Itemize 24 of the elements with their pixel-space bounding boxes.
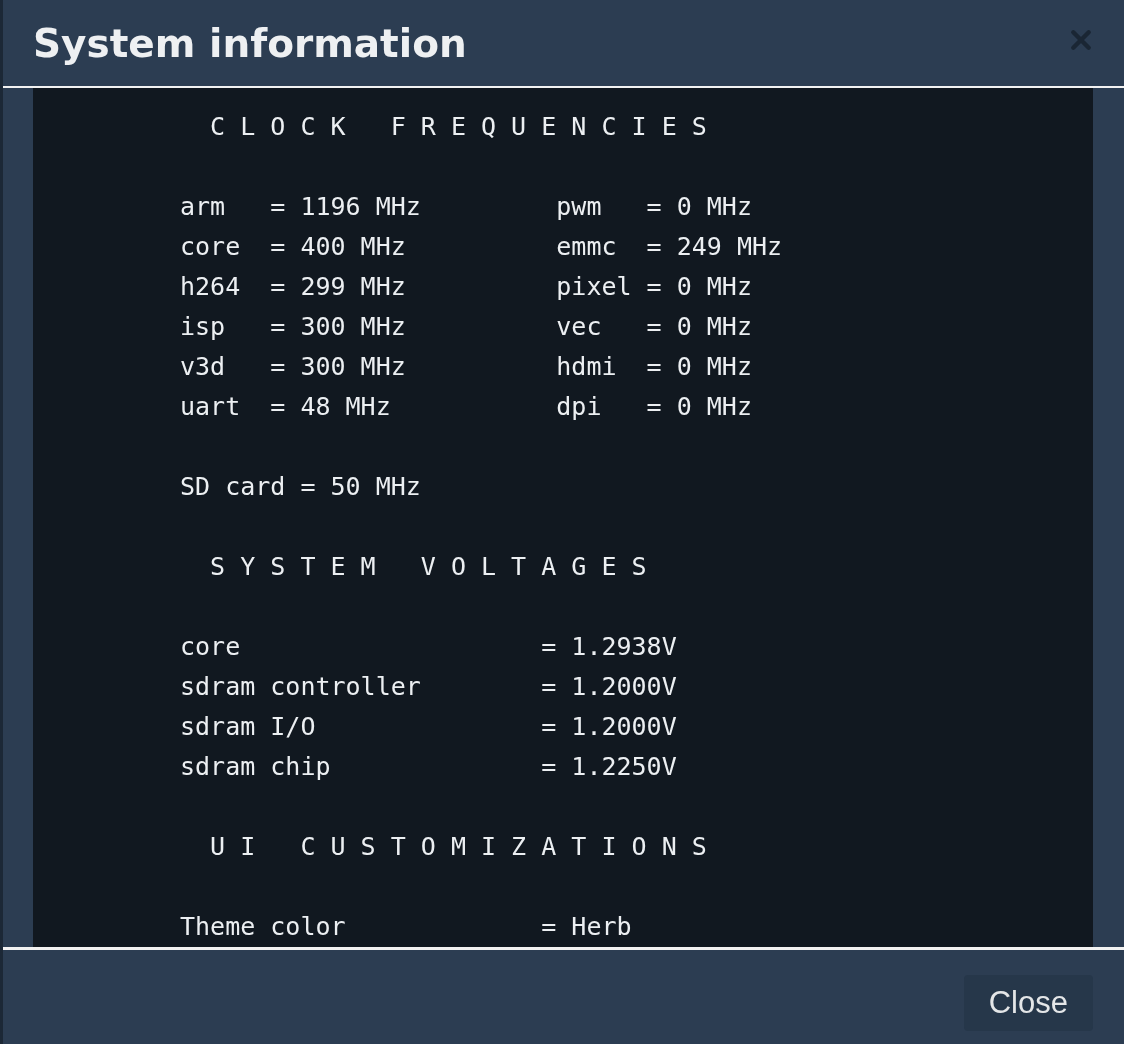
console-line: sdram chip = 1.2250V (180, 751, 677, 783)
console-line: uart = 48 MHz (180, 391, 392, 423)
console-line: h264 = 299 MHz (180, 271, 407, 303)
console-line: hdmi = 0 MHz (556, 351, 752, 383)
console-line: core = 1.2938V (180, 631, 677, 663)
console-line: SD card = 50 MHz (180, 471, 421, 503)
console-line: emmc = 249 MHz (556, 231, 783, 263)
console-line: v3d = 300 MHz (180, 351, 407, 383)
section-heading: S Y S T E M V O L T A G E S (210, 551, 647, 583)
console-line: arm = 1196 MHz (180, 191, 422, 223)
dialog-title: System information (33, 20, 467, 66)
close-button[interactable]: Close (963, 975, 1093, 1031)
section-heading: U I C U S T O M I Z A T I O N S (210, 831, 707, 863)
section-heading: C L O C K F R E Q U E N C I E S (210, 111, 707, 143)
console-line: pwm = 0 MHz (556, 191, 752, 223)
console-line: sdram controller = 1.2000V (180, 671, 677, 703)
close-icon[interactable] (1070, 29, 1092, 51)
console-line: dpi = 0 MHz (556, 391, 752, 423)
console-line: vec = 0 MHz (556, 311, 752, 343)
console-line: pixel = 0 MHz (556, 271, 752, 303)
console-line: core = 400 MHz (180, 231, 407, 263)
console-line: sdram I/O = 1.2000V (180, 711, 677, 743)
console-line: Theme color = Herb (180, 911, 632, 943)
console-line: isp = 300 MHz (180, 311, 407, 343)
